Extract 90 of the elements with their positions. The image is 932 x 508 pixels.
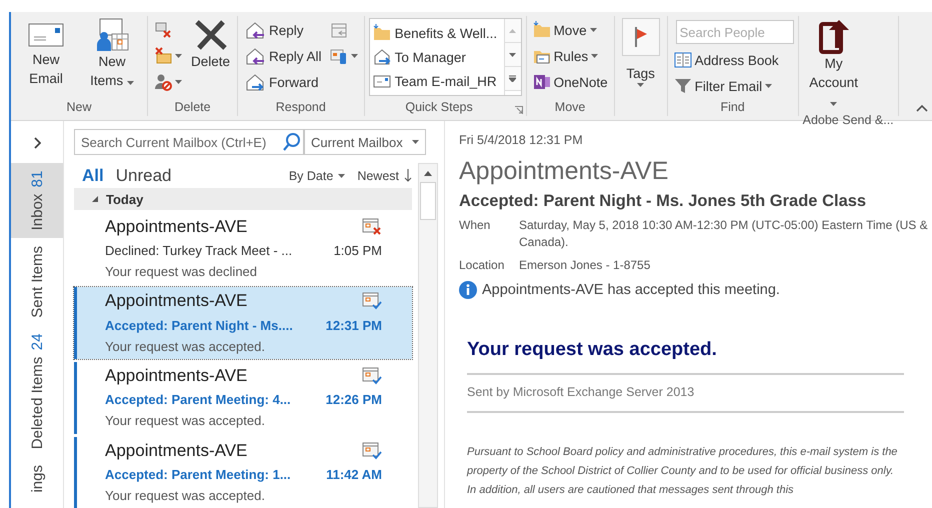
forward-icon [244, 73, 266, 91]
ribbon-button[interactable]: OneNote [530, 70, 610, 94]
ribbon-button[interactable]: Reply [242, 18, 324, 42]
caret-icon [338, 174, 346, 178]
group-label: Delete [173, 100, 212, 116]
field-value: Saturday, May 5, 2018 10:30 AM-12:30 PM (UTC-05:00) Eastern Time (US & Canada). [519, 217, 929, 251]
scrollbar-thumb[interactable] [420, 182, 436, 220]
message-subject: Accepted: Parent Night - Ms. Jones 5th Grade Class [459, 192, 868, 211]
caret-icon [591, 54, 598, 58]
ribbon-button[interactable]: Filter Email [672, 74, 794, 98]
calendar-icon [330, 21, 348, 39]
field-value: Emerson Jones - 1-8755 [519, 257, 652, 274]
caret-icon [637, 83, 644, 87]
expand-icon[interactable] [33, 137, 41, 149]
collapse-icon [92, 196, 98, 202]
caret-icon [350, 54, 358, 58]
body-heading: Your request was accepted. [467, 339, 718, 361]
quick-step[interactable]: Team E-mail_HR [372, 69, 501, 93]
ribbon-button[interactable]: Delete [188, 16, 234, 73]
flag-icon [634, 27, 648, 47]
caret-icon [412, 140, 419, 144]
quick-step[interactable]: Benefits & Well... [372, 21, 501, 45]
caret-icon [126, 81, 134, 85]
filter-icon [674, 77, 692, 95]
field-label: When [459, 217, 492, 234]
collapse-ribbon-icon[interactable] [916, 104, 928, 112]
person-calendar-icon [94, 18, 130, 52]
junk-icon [154, 47, 172, 65]
info-icon [459, 281, 477, 299]
group-header[interactable]: Today [74, 188, 412, 210]
calendar-accepted-icon [362, 440, 382, 461]
envelope-arrow-icon [372, 48, 391, 66]
group-label: Move [554, 100, 586, 116]
x-icon [192, 18, 229, 52]
more-icon [509, 75, 516, 82]
caret-icon [590, 28, 597, 32]
more-button[interactable] [504, 67, 521, 91]
filter-tab[interactable]: All [82, 166, 104, 186]
field-label: Location [459, 257, 506, 274]
calendar-declined-icon [362, 216, 382, 237]
scrollbar[interactable] [418, 163, 438, 508]
block-icon [154, 73, 172, 91]
calendar-accepted-icon [362, 366, 382, 386]
search-people-field[interactable]: Search People [676, 20, 794, 44]
group-label: New [65, 100, 92, 116]
caret-icon [830, 102, 838, 106]
group-label: Quick Steps [404, 100, 474, 116]
caret-icon [509, 52, 516, 56]
sent-date: Fri 5/4/2018 12:31 PM [459, 133, 584, 147]
message-item[interactable]: Appointments-AVE Accepted: Parent Night - Ms.... 12:31 PM Your request was accepted. [74, 287, 412, 359]
ribbon-button[interactable]: Move [530, 18, 610, 42]
folder-icon [372, 24, 391, 42]
group-label: Respond [274, 100, 327, 116]
up-arrow-icon [509, 28, 516, 32]
caret-icon [175, 80, 182, 84]
notebook-icon [532, 73, 551, 91]
ribbon-button[interactable]: Reply All [242, 44, 324, 68]
disclaimer-text: Pursuant to School Board policy and administrative procedures, this e-mail system is the property of the School District of Collier County and to be used for official business only. In addition, all users are cautioned that messages sent through this [467, 445, 898, 498]
filter-tab[interactable]: Unread [116, 166, 172, 186]
book-icon [674, 51, 692, 69]
folder-icon [532, 21, 551, 39]
ribbon-button[interactable]: Address Book [672, 48, 794, 72]
reply-all-icon [244, 47, 266, 65]
export-icon [816, 18, 851, 54]
up-arrow-icon [424, 170, 432, 176]
devices-icon [330, 47, 348, 65]
reply-icon [244, 21, 266, 39]
sort-dropdown[interactable]: By Date [288, 168, 346, 183]
caret-icon [765, 84, 772, 88]
down-arrow-icon [404, 169, 412, 182]
cleanup-icon [154, 21, 172, 39]
ribbon-button[interactable]: Forward [242, 70, 324, 94]
group-label: Find [719, 100, 746, 116]
tags-button[interactable]: Tags [618, 16, 663, 89]
calendar-accepted-icon [362, 291, 382, 312]
scope-dropdown[interactable]: Current Mailbox [304, 129, 426, 155]
quick-step[interactable]: To Manager [372, 45, 501, 69]
dropdown-button[interactable]: My Account [802, 16, 865, 113]
ribbon-button[interactable]: New Email [15, 16, 77, 90]
dialog-launcher-icon[interactable] [514, 106, 523, 114]
caret-icon [175, 54, 182, 58]
sort-order-button[interactable]: Newest [357, 168, 412, 183]
dropdown-button[interactable]: New Items [81, 16, 143, 92]
ribbon-button[interactable]: Rules [530, 44, 610, 68]
sender-name: Appointments-AVE [459, 157, 670, 186]
scroll-down-button[interactable] [504, 43, 521, 67]
group-label: Adobe Send &... [802, 113, 894, 127]
sent-by-text: Sent by Microsoft Exchange Server 2013 [467, 385, 696, 399]
folder-tab[interactable]: Inbox 81 [11, 163, 63, 238]
info-text: Appointments-AVE has accepted this meeting. [482, 282, 780, 298]
